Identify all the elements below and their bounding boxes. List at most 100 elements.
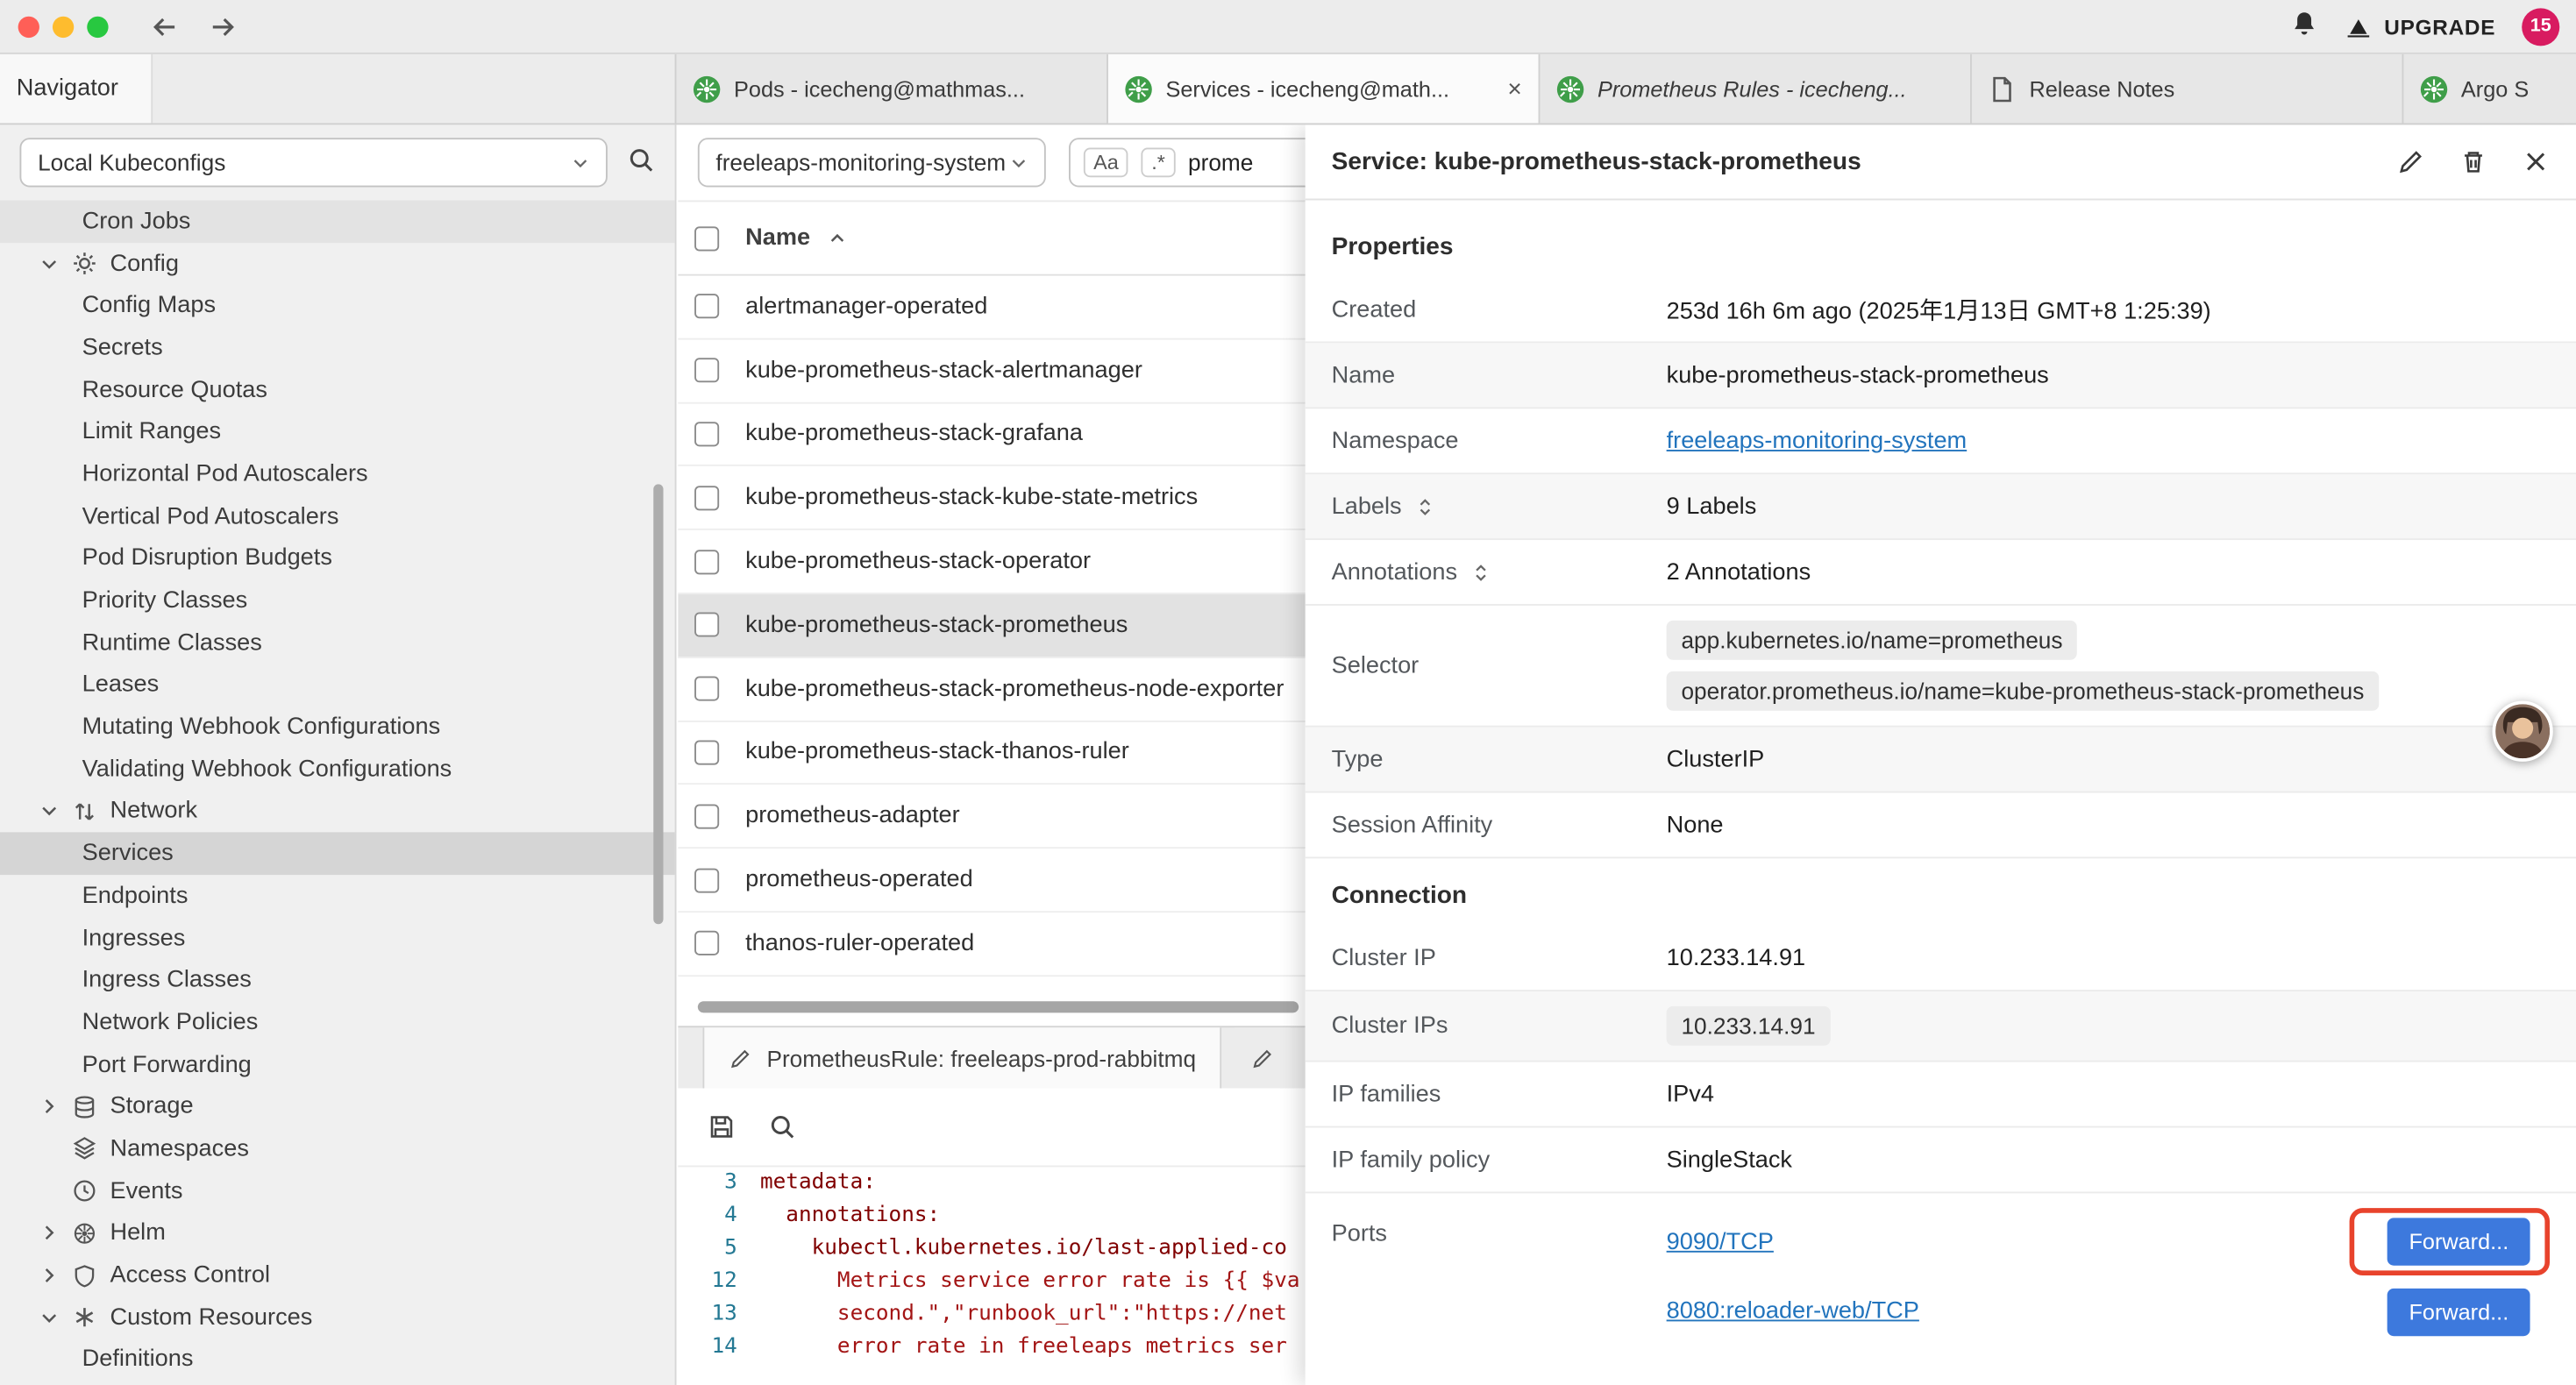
close-icon[interactable] — [2522, 148, 2550, 176]
row-checkbox[interactable] — [694, 422, 719, 446]
chevron-right-icon[interactable] — [39, 1224, 59, 1243]
user-avatar[interactable] — [2493, 701, 2553, 762]
tab-prometheus-rules[interactable]: Prometheus Rules - icecheng... — [1540, 54, 1971, 124]
sidebar-item-horizontal-pod-autoscalers[interactable]: Horizontal Pod Autoscalers — [0, 453, 675, 495]
sidebar-item-events[interactable]: Events — [0, 1170, 675, 1212]
sidebar-item-secrets[interactable]: Secrets — [0, 327, 675, 369]
kubeconfig-select[interactable]: Local Kubeconfigs — [19, 138, 607, 187]
expand-collapse-icon[interactable] — [1470, 562, 1490, 581]
tab-argo[interactable]: Argo S — [2403, 54, 2576, 124]
kubernetes-cluster-icon — [693, 75, 721, 103]
row-checkbox[interactable] — [694, 868, 719, 892]
row-checkbox[interactable] — [694, 677, 719, 701]
asterisk-icon — [72, 1305, 96, 1330]
cluster-ip-badge: 10.233.14.91 — [1667, 1006, 1831, 1046]
tab-release-notes[interactable]: Release Notes — [1972, 54, 2403, 124]
detail-row-namespace: Namespace freeleaps-monitoring-system — [1306, 408, 2576, 474]
sidebar-item-validating-webhook-configurations[interactable]: Validating Webhook Configurations — [0, 749, 675, 791]
regex-toggle[interactable]: .* — [1142, 148, 1175, 178]
sidebar-item-leases[interactable]: Leases — [0, 664, 675, 707]
tab-services[interactable]: Services - icecheng@math... × — [1108, 54, 1540, 124]
kubernetes-cluster-icon — [2420, 75, 2448, 103]
sidebar-item-vertical-pod-autoscalers[interactable]: Vertical Pod Autoscalers — [0, 495, 675, 537]
expand-collapse-icon[interactable] — [1415, 496, 1434, 515]
horizontal-scrollbar[interactable] — [698, 1001, 1299, 1012]
sidebar-item-access-control[interactable]: Access Control — [0, 1254, 675, 1296]
row-checkbox[interactable] — [694, 740, 719, 764]
connection-heading: Connection — [1306, 858, 2576, 926]
navigator-tree: Cron Jobs Config Config Maps Secrets Res… — [0, 200, 675, 1385]
chevron-right-icon[interactable] — [39, 1266, 59, 1285]
detail-row-type: Type ClusterIP — [1306, 728, 2576, 793]
row-checkbox[interactable] — [694, 359, 719, 383]
sidebar-item-services[interactable]: Services — [0, 833, 675, 875]
name-column-header[interactable]: Name — [745, 225, 810, 252]
sidebar-item-definitions[interactable]: Definitions — [0, 1339, 675, 1381]
port-link[interactable]: 8080:reloader-web/TCP — [1667, 1298, 1919, 1325]
forward-button[interactable]: Forward... — [2387, 1218, 2530, 1265]
service-details-drawer: Service: kube-prometheus-stack-prometheu… — [1306, 124, 2576, 1385]
sidebar-item-helm[interactable]: Helm — [0, 1212, 675, 1254]
sidebar-item-config-maps[interactable]: Config Maps — [0, 285, 675, 327]
chevron-down-icon[interactable] — [39, 253, 59, 273]
app-window: UPGRADE 15 Navigator Pods - icecheng@mat… — [0, 0, 2576, 1385]
row-checkbox[interactable] — [694, 550, 719, 574]
search-query-text: prome — [1188, 149, 1253, 175]
sort-ascending-icon[interactable] — [827, 228, 846, 247]
sidebar-item-namespaces[interactable]: Namespaces — [0, 1128, 675, 1170]
tab-close-icon[interactable]: × — [1507, 76, 1521, 101]
namespaces-icon — [72, 1137, 96, 1161]
sidebar-item-ingresses[interactable]: Ingresses — [0, 917, 675, 959]
sidebar-search-button[interactable] — [627, 146, 655, 179]
chevron-down-icon[interactable] — [39, 1308, 59, 1327]
selector-badge: operator.prometheus.io/name=kube-prometh… — [1667, 671, 2380, 711]
back-arrow-icon[interactable] — [151, 12, 179, 40]
upgrade-button[interactable]: UPGRADE — [2345, 14, 2495, 39]
kubernetes-cluster-icon — [1556, 75, 1584, 103]
sidebar-item-cron-jobs[interactable]: Cron Jobs — [0, 200, 675, 242]
sidebar-item-resource-quotas[interactable]: Resource Quotas — [0, 369, 675, 411]
row-checkbox[interactable] — [694, 486, 719, 510]
notifications-button[interactable] — [2291, 10, 2319, 42]
sidebar-item-network-policies[interactable]: Network Policies — [0, 1001, 675, 1043]
port-link[interactable]: 9090/TCP — [1667, 1229, 1774, 1255]
row-checkbox[interactable] — [694, 931, 719, 955]
sidebar-item-network[interactable]: Network — [0, 791, 675, 833]
save-icon[interactable] — [708, 1113, 736, 1141]
sidebar-item-port-forwarding[interactable]: Port Forwarding — [0, 1043, 675, 1085]
chevron-down-icon[interactable] — [39, 802, 59, 821]
select-all-checkbox[interactable] — [694, 225, 719, 250]
sidebar-item-limit-ranges[interactable]: Limit Ranges — [0, 411, 675, 453]
sidebar-item-storage[interactable]: Storage — [0, 1086, 675, 1128]
notification-count-badge[interactable]: 15 — [2522, 7, 2559, 45]
search-icon[interactable] — [768, 1113, 796, 1141]
editor-tab-partial[interactable] — [1235, 1027, 1292, 1088]
row-checkbox[interactable] — [694, 295, 719, 319]
sidebar-item-mutating-webhook-configurations[interactable]: Mutating Webhook Configurations — [0, 707, 675, 749]
namespace-select[interactable]: freeleaps-monitoring-system — [698, 138, 1046, 187]
sidebar-item-config[interactable]: Config — [0, 243, 675, 285]
match-case-toggle[interactable]: Aa — [1084, 148, 1128, 178]
sidebar-item-ingress-classes[interactable]: Ingress Classes — [0, 959, 675, 1001]
chevron-down-icon — [1010, 153, 1028, 172]
sidebar-item-endpoints[interactable]: Endpoints — [0, 875, 675, 917]
row-checkbox[interactable] — [694, 613, 719, 637]
minimize-window-button[interactable] — [53, 16, 74, 37]
sidebar-item-priority-classes[interactable]: Priority Classes — [0, 579, 675, 621]
sidebar-scrollbar[interactable] — [653, 484, 663, 924]
sidebar-item-custom-resources[interactable]: Custom Resources — [0, 1296, 675, 1339]
sidebar-item-pod-disruption-budgets[interactable]: Pod Disruption Budgets — [0, 537, 675, 579]
editor-tab-prometheusrule[interactable]: PrometheusRule: freeleaps-prod-rabbitmq — [702, 1027, 1222, 1088]
row-checkbox[interactable] — [694, 804, 719, 828]
pencil-icon — [729, 1047, 751, 1069]
delete-trash-icon[interactable] — [2459, 148, 2487, 176]
close-window-button[interactable] — [18, 16, 39, 37]
chevron-right-icon[interactable] — [39, 1097, 59, 1116]
namespace-link[interactable]: freeleaps-monitoring-system — [1667, 428, 1968, 454]
forward-button[interactable]: Forward... — [2387, 1288, 2530, 1335]
edit-pencil-icon[interactable] — [2397, 148, 2425, 176]
tab-pods[interactable]: Pods - icecheng@mathmas... — [676, 54, 1107, 124]
maximize-window-button[interactable] — [87, 16, 108, 37]
forward-arrow-icon[interactable] — [209, 12, 237, 40]
sidebar-item-runtime-classes[interactable]: Runtime Classes — [0, 621, 675, 664]
